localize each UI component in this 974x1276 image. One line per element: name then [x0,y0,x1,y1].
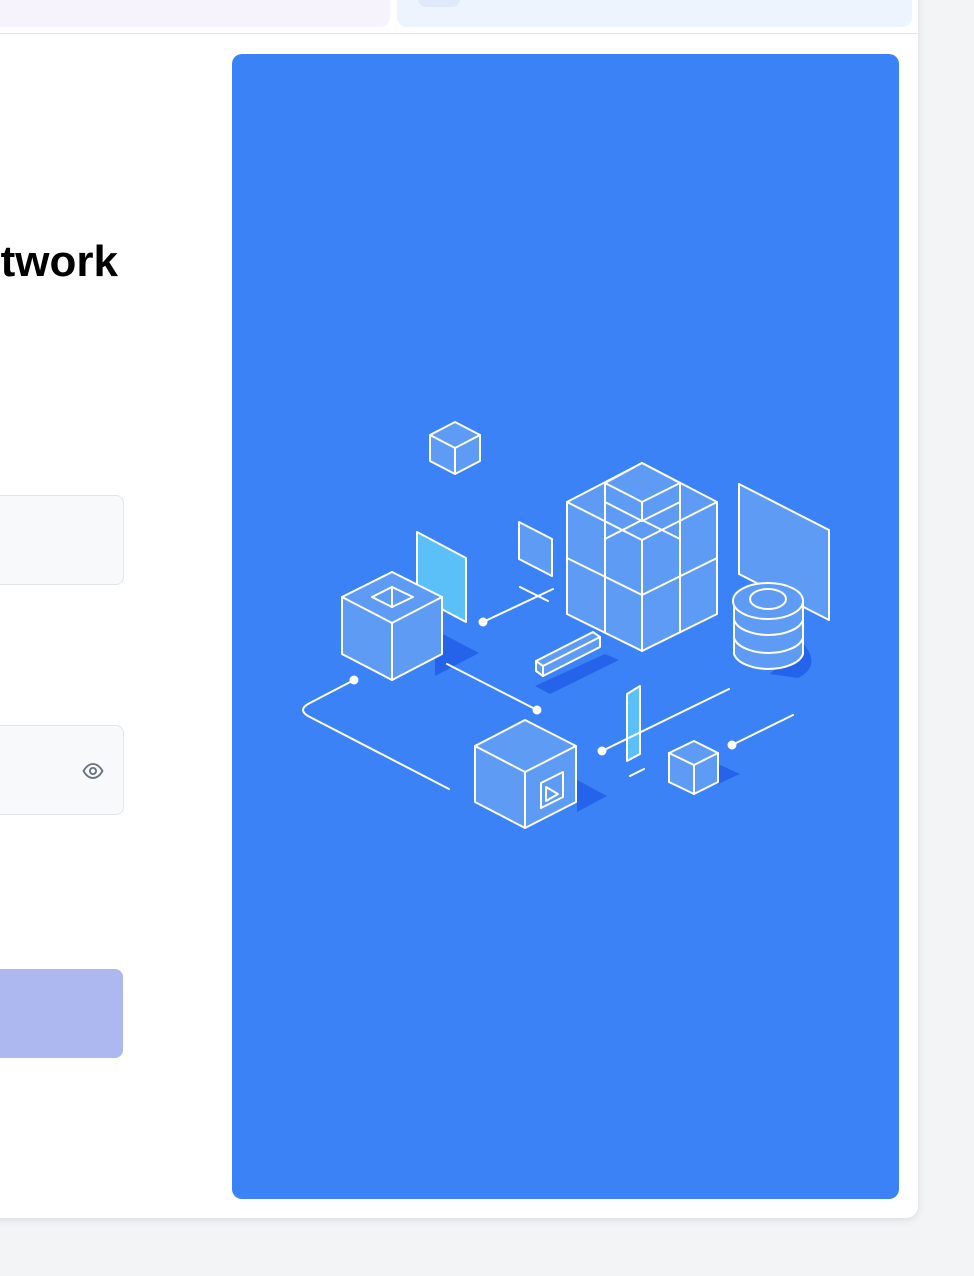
network-cubes-illustration [302,421,830,829]
top-tab-right[interactable] [397,0,912,27]
top-tab-left[interactable] [0,0,390,27]
page-title: twork [0,237,118,286]
email-field[interactable] [0,495,124,585]
top-tab-chip[interactable] [418,0,460,7]
header-divider [0,33,918,34]
login-card: twork [0,0,918,1218]
password-field[interactable] [0,725,124,815]
submit-button[interactable] [0,969,123,1058]
hero-illustration-panel [232,54,899,1199]
eye-icon[interactable] [81,759,105,783]
